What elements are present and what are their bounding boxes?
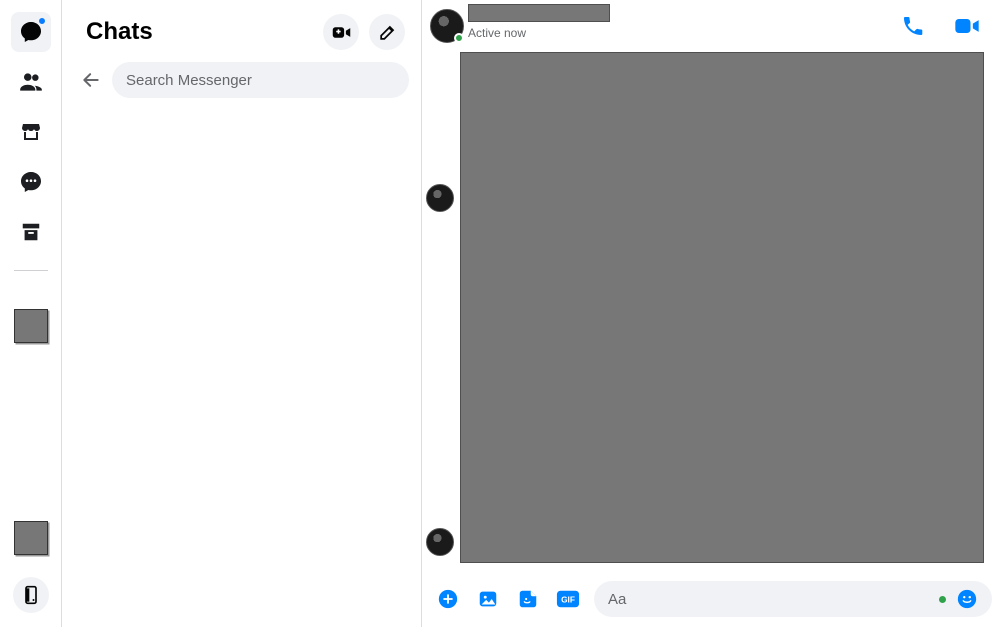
video-room-button[interactable] [323, 14, 359, 50]
video-call-button[interactable] [950, 9, 984, 43]
nav-marketplace[interactable] [11, 112, 51, 152]
gif-icon: GIF [556, 588, 580, 610]
page-title: Chats [86, 18, 313, 46]
conversation-header: Active now [422, 0, 1004, 52]
messages-area [422, 52, 1004, 571]
chats-sidebar: Chats [62, 0, 422, 627]
nav-account-2[interactable] [14, 521, 48, 555]
emoji-button[interactable] [956, 588, 978, 610]
sticker-button[interactable] [514, 585, 542, 613]
nav-people[interactable] [11, 62, 51, 102]
people-icon [18, 69, 44, 95]
archive-icon [20, 221, 42, 243]
phone-app-icon [21, 585, 41, 605]
message-input[interactable]: Aa [594, 581, 992, 617]
message-requests-icon [19, 170, 43, 194]
contact-avatar[interactable] [430, 9, 464, 43]
attach-image-button[interactable] [474, 585, 502, 613]
search-row [62, 58, 421, 106]
sticker-icon [517, 588, 539, 610]
nav-try-messenger[interactable] [13, 577, 49, 613]
compose-button[interactable] [369, 14, 405, 50]
message-avatar[interactable] [426, 528, 454, 556]
typing-presence-icon [939, 596, 946, 603]
message-placeholder: Aa [608, 591, 929, 608]
compose-icon [378, 23, 397, 42]
nav-account-1[interactable] [14, 309, 48, 343]
online-indicator-icon [454, 33, 464, 43]
unread-badge-icon [37, 16, 47, 26]
marketplace-icon [19, 120, 43, 144]
video-icon [953, 12, 981, 40]
search-back-button[interactable] [74, 63, 108, 97]
nav-rail [0, 0, 62, 627]
composer: GIF Aa [422, 571, 1004, 627]
more-actions-button[interactable] [434, 585, 462, 613]
audio-call-button[interactable] [896, 9, 930, 43]
nav-requests[interactable] [11, 162, 51, 202]
gif-button[interactable]: GIF [554, 585, 582, 613]
message-avatar[interactable] [426, 184, 454, 212]
arrow-left-icon [81, 70, 101, 90]
nav-archive[interactable] [11, 212, 51, 252]
nav-divider [14, 270, 48, 271]
video-plus-icon [331, 22, 352, 43]
nav-chats[interactable] [11, 12, 51, 52]
contact-name-redacted[interactable] [468, 4, 610, 22]
search-input[interactable] [112, 62, 409, 98]
sidebar-header: Chats [62, 0, 421, 58]
contact-status: Active now [468, 26, 526, 40]
conversation-pane: Active now [422, 0, 1004, 627]
message-content-redacted [460, 52, 984, 563]
svg-text:GIF: GIF [561, 595, 575, 605]
phone-icon [901, 14, 925, 38]
plus-circle-icon [437, 588, 459, 610]
image-icon [477, 588, 499, 610]
